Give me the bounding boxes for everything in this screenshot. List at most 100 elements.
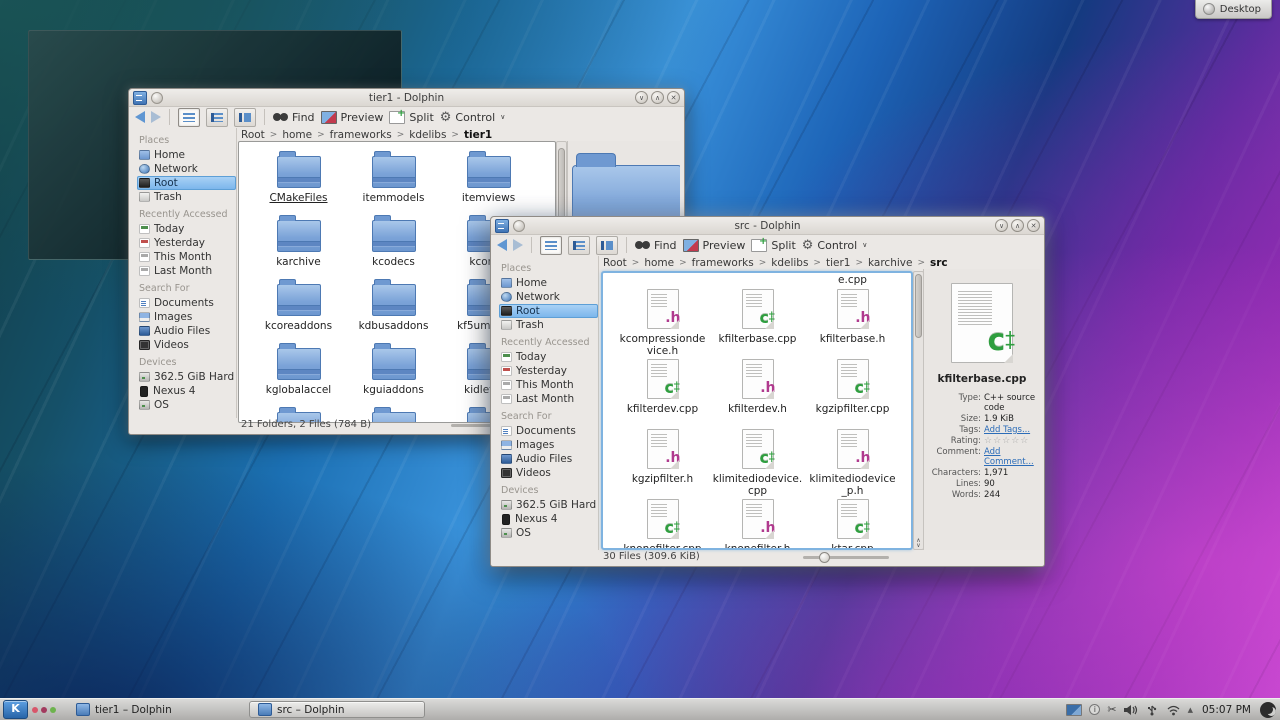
- folder-item[interactable]: kguiaddons: [346, 338, 441, 402]
- sidebar-item-nexus4[interactable]: Nexus 4: [499, 512, 598, 526]
- sidebar-item-os[interactable]: OS: [499, 526, 598, 540]
- file-item[interactable]: c++.hklimitediodevice.cpp: [710, 427, 805, 497]
- columns-view-button[interactable]: [234, 108, 256, 127]
- sidebar-item-hard-drive[interactable]: 362.5 GiB Hard Drive: [137, 370, 236, 384]
- sidebar-item-today[interactable]: Today: [137, 222, 236, 236]
- sidebar-item-root[interactable]: Root: [499, 304, 598, 318]
- titlebar-extra-button[interactable]: [151, 92, 163, 104]
- maximize-button[interactable]: ∧: [651, 91, 664, 104]
- minimize-button[interactable]: ∨: [635, 91, 648, 104]
- sidebar-item-last-month[interactable]: Last Month: [137, 264, 236, 278]
- forward-button[interactable]: [151, 111, 161, 123]
- display-settings-icon[interactable]: [1066, 704, 1082, 716]
- sidebar-item-today[interactable]: Today: [499, 350, 598, 364]
- sidebar-item-network[interactable]: Network: [499, 290, 598, 304]
- file-item[interactable]: c++.hknonefilter.h: [710, 497, 805, 550]
- file-item[interactable]: c++.hkfilterbase.cpp: [710, 287, 805, 357]
- tray-expander-icon[interactable]: ▲: [1188, 706, 1193, 714]
- sidebar-item-last-month[interactable]: Last Month: [499, 392, 598, 406]
- details-view-button[interactable]: [206, 108, 228, 127]
- minimize-button[interactable]: ∨: [995, 219, 1008, 232]
- control-button[interactable]: ⚙Control∨: [440, 111, 506, 124]
- details-view-button[interactable]: [568, 236, 590, 255]
- folder-item[interactable]: itemviews: [441, 146, 536, 210]
- clock[interactable]: 05:07 PM: [1202, 704, 1251, 716]
- sidebar-item-home[interactable]: Home: [137, 148, 236, 162]
- breadcrumb-item[interactable]: kdelibs: [771, 257, 808, 269]
- sidebar-item-videos[interactable]: Videos: [499, 466, 598, 480]
- sidebar-item-os[interactable]: OS: [137, 398, 236, 412]
- breadcrumb-item[interactable]: frameworks: [330, 129, 392, 141]
- forward-button[interactable]: [513, 239, 523, 251]
- close-button[interactable]: ✕: [1027, 219, 1040, 232]
- file-item[interactable]: c++.hkgzipfilter.h: [615, 427, 710, 497]
- preview-button[interactable]: Preview: [683, 239, 746, 252]
- sidebar-item-trash[interactable]: Trash: [499, 318, 598, 332]
- file-item[interactable]: c++.hklimitediodevice_p.h: [805, 427, 900, 497]
- breadcrumb-item[interactable]: kdelibs: [409, 129, 446, 141]
- titlebar[interactable]: tier1 - Dolphin ∨ ∧ ✕: [129, 89, 684, 107]
- scroll-down-icon[interactable]: ∨: [916, 543, 920, 548]
- folder-item[interactable]: kglobalaccel: [251, 338, 346, 402]
- sidebar-item-network[interactable]: Network: [137, 162, 236, 176]
- folder-item[interactable]: kcoreaddons: [251, 274, 346, 338]
- folder-item[interactable]: kcodecs: [346, 210, 441, 274]
- folder-item[interactable]: karchive: [251, 210, 346, 274]
- file-item[interactable]: c++.hktar.cpp: [805, 497, 900, 550]
- activity-dot-icon[interactable]: [50, 707, 56, 713]
- file-item[interactable]: c++.hkfilterbase.h: [805, 287, 900, 357]
- breadcrumb-item[interactable]: home: [282, 129, 312, 141]
- file-item[interactable]: c++.hkcompressiondevice.h: [615, 287, 710, 357]
- sidebar-item-trash[interactable]: Trash: [137, 190, 236, 204]
- columns-view-button[interactable]: [596, 236, 618, 255]
- kde-application-launcher-button[interactable]: K: [3, 700, 28, 719]
- breadcrumb-current[interactable]: tier1: [464, 129, 492, 141]
- desktop-toolbox-button[interactable]: Desktop: [1195, 0, 1272, 19]
- file-item[interactable]: c++.hkfilterdev.cpp: [615, 357, 710, 427]
- sidebar-item-images[interactable]: Images: [137, 310, 236, 324]
- breadcrumb-item[interactable]: home: [644, 257, 674, 269]
- breadcrumb-item[interactable]: Root: [241, 129, 265, 141]
- network-wifi-icon[interactable]: [1166, 704, 1181, 716]
- control-button[interactable]: ⚙Control∨: [802, 239, 868, 252]
- sidebar-item-yesterday[interactable]: Yesterday: [499, 364, 598, 378]
- dolphin-app-icon[interactable]: [133, 91, 147, 105]
- zoom-slider[interactable]: [803, 556, 889, 559]
- split-button[interactable]: Split: [751, 239, 795, 252]
- activity-dot-icon[interactable]: [41, 707, 47, 713]
- rating-stars[interactable]: ☆☆☆☆☆: [984, 436, 1036, 446]
- sidebar-item-nexus4[interactable]: Nexus 4: [137, 384, 236, 398]
- breadcrumb-item[interactable]: karchive: [868, 257, 912, 269]
- sidebar-item-images[interactable]: Images: [499, 438, 598, 452]
- breadcrumb-current[interactable]: src: [930, 257, 948, 269]
- breadcrumb-item[interactable]: frameworks: [692, 257, 754, 269]
- file-item[interactable]: c++.hkgzipfilter.cpp: [805, 357, 900, 427]
- split-button[interactable]: Split: [389, 111, 433, 124]
- add-tags-link[interactable]: Add Tags...: [984, 425, 1036, 435]
- file-item-partial[interactable]: e.cpp: [805, 274, 900, 286]
- volume-icon[interactable]: [1124, 704, 1138, 716]
- sidebar-item-root[interactable]: Root: [137, 176, 236, 190]
- close-button[interactable]: ✕: [667, 91, 680, 104]
- find-button[interactable]: Find: [635, 239, 677, 252]
- file-item[interactable]: c++.hknonefilter.cpp: [615, 497, 710, 550]
- usb-device-icon[interactable]: [1145, 704, 1159, 716]
- taskbar-entry-src[interactable]: src – Dolphin: [249, 701, 425, 718]
- klipper-scissors-icon[interactable]: ✂: [1107, 704, 1116, 715]
- sidebar-item-yesterday[interactable]: Yesterday: [137, 236, 236, 250]
- breadcrumb-item[interactable]: tier1: [826, 257, 851, 269]
- activity-dot-icon[interactable]: [32, 707, 38, 713]
- zoom-slider-knob[interactable]: [819, 552, 830, 563]
- folder-item[interactable]: itemmodels: [346, 146, 441, 210]
- sidebar-item-documents[interactable]: Documents: [499, 424, 598, 438]
- sidebar-item-audio-files[interactable]: Audio Files: [137, 324, 236, 338]
- find-button[interactable]: Find: [273, 111, 315, 124]
- sidebar-item-documents[interactable]: Documents: [137, 296, 236, 310]
- icons-view-button[interactable]: [178, 108, 200, 127]
- breadcrumb-item[interactable]: Root: [603, 257, 627, 269]
- dolphin-app-icon[interactable]: [495, 219, 509, 233]
- sidebar-item-this-month[interactable]: This Month: [499, 378, 598, 392]
- notifications-icon[interactable]: i: [1089, 704, 1100, 715]
- preview-button[interactable]: Preview: [321, 111, 384, 124]
- maximize-button[interactable]: ∧: [1011, 219, 1024, 232]
